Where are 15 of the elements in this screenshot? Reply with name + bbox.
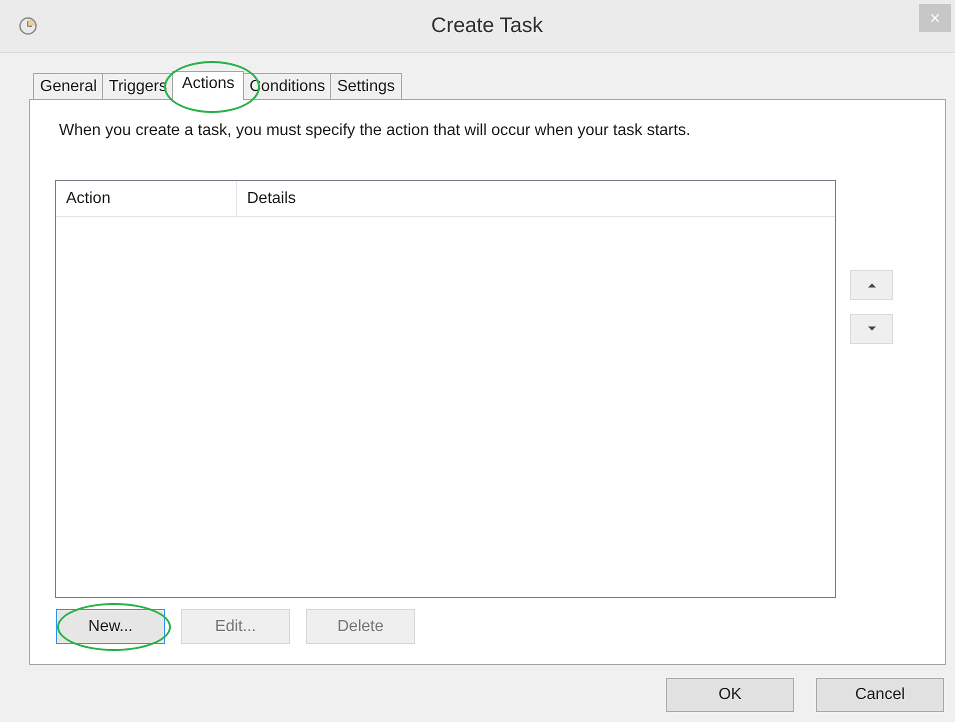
- tab[interactable]: Settings: [330, 73, 402, 99]
- tab[interactable]: Actions: [172, 71, 244, 100]
- column-header[interactable]: Action: [56, 181, 237, 216]
- up-triangle-icon: [866, 282, 876, 288]
- column-header[interactable]: Details: [237, 181, 306, 216]
- dialog-button[interactable]: Cancel: [816, 678, 944, 712]
- window-title: Create Task: [431, 14, 543, 38]
- dialog-button[interactable]: OK: [666, 678, 794, 712]
- clock-icon: [19, 17, 37, 35]
- tab[interactable]: General: [33, 73, 104, 99]
- down-triangle-icon: [866, 326, 876, 332]
- move-down-button[interactable]: [850, 314, 893, 344]
- description-text: When you create a task, you must specify the action that will occur when your task starts.: [59, 122, 692, 140]
- move-up-button[interactable]: [850, 270, 893, 300]
- action-button[interactable]: New...: [56, 609, 165, 644]
